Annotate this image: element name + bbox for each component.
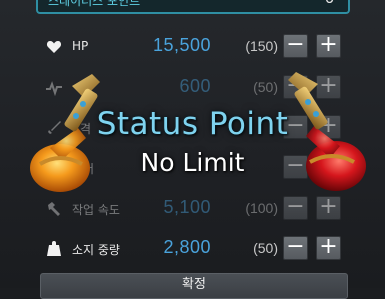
stat-row-hp: HP 15,500 (150) − + — [0, 31, 385, 63]
hammer-icon — [48, 202, 60, 216]
stat-bonus: (100) — [245, 200, 278, 216]
stat-bonus: (50) — [253, 240, 278, 256]
increase-carry-weight-button[interactable]: + — [316, 236, 341, 260]
stat-label: HP — [72, 39, 89, 53]
stat-value: 5,100 — [163, 197, 211, 217]
increase-hp-button[interactable]: + — [316, 34, 341, 58]
stat-row-carry-weight: 소지 중량 2,800 (50) − + — [0, 233, 385, 265]
increase-work-speed-button[interactable]: + — [316, 196, 341, 220]
stat-label: 작업 속도 — [72, 203, 120, 217]
stat-label: 소지 중량 — [72, 243, 120, 257]
confirm-button[interactable]: 확정 — [40, 273, 348, 299]
decrease-work-speed-button[interactable]: − — [283, 196, 308, 220]
stat-value: 2,800 — [163, 237, 211, 257]
stat-bonus: (50) — [253, 79, 278, 95]
heart-icon — [46, 41, 62, 53]
status-point-label: 스테이터스 포인트 — [48, 0, 141, 8]
status-point-value: 0 — [325, 0, 334, 8]
status-point-header: 스테이터스 포인트 0 — [36, 0, 350, 14]
weight-icon — [47, 241, 61, 256]
stat-row-work-speed: 작업 속도 5,100 (100) − + — [0, 193, 385, 225]
overlay-subtitle: No Limit — [140, 148, 245, 177]
decrease-hp-button[interactable]: − — [283, 34, 308, 58]
stat-value: 600 — [179, 76, 211, 96]
decrease-carry-weight-button[interactable]: − — [283, 236, 308, 260]
stat-value: 15,500 — [152, 35, 211, 55]
overlay-title: Status Point — [96, 106, 289, 142]
stat-bonus: (150) — [245, 38, 278, 54]
